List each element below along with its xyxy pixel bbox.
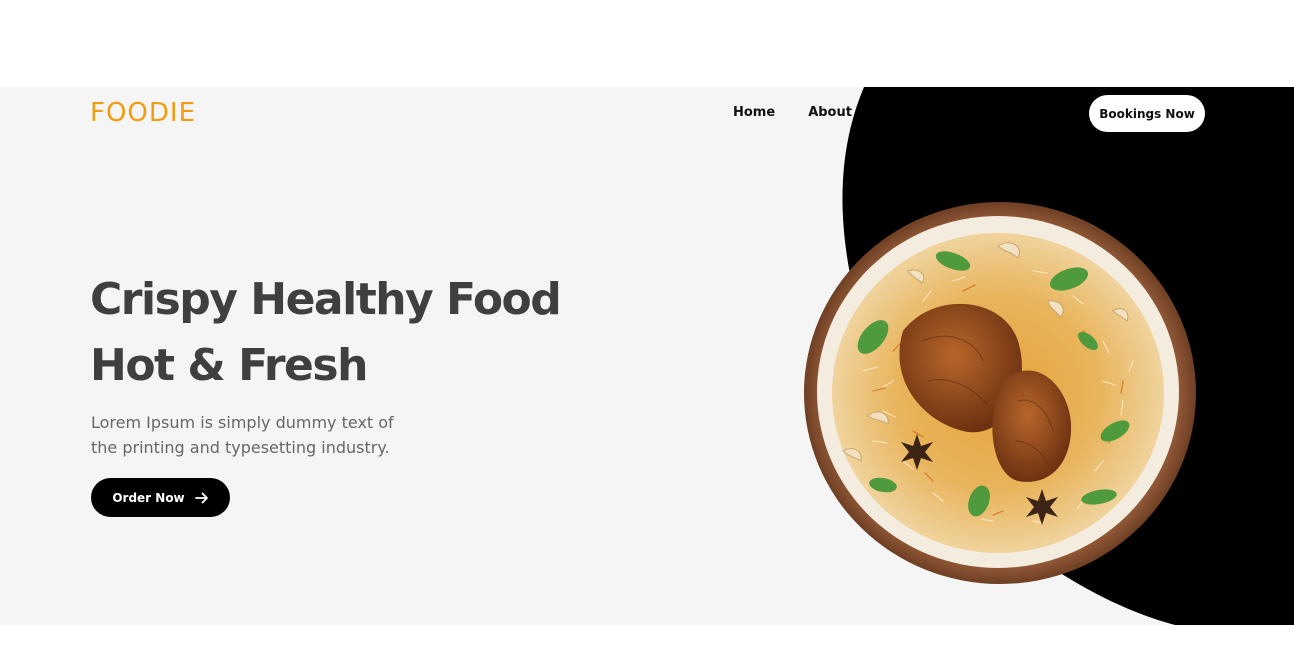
nav-about-link[interactable]: About <box>808 104 852 122</box>
nav-home-link[interactable]: Home <box>733 104 775 122</box>
hero-title: Crispy Healthy Food Hot & Fresh <box>90 267 562 399</box>
main-nav: Home About <box>733 104 852 122</box>
hero-title-line-1: Crispy Healthy Food <box>90 274 562 325</box>
arrow-right-icon <box>194 492 208 503</box>
order-now-button[interactable]: Order Now <box>91 478 230 517</box>
hero-title-line-2: Hot & Fresh <box>90 340 368 391</box>
hero-description: Lorem Ipsum is simply dummy text of the … <box>91 413 394 457</box>
bookings-now-button[interactable]: Bookings Now <box>1089 95 1205 132</box>
logo[interactable]: FOODIE <box>90 97 196 129</box>
order-now-label: Order Now <box>112 490 185 505</box>
biryani-plate-image <box>804 202 1196 584</box>
hero-section: FOODIE Home About Bookings Now Crispy He… <box>0 87 1294 625</box>
